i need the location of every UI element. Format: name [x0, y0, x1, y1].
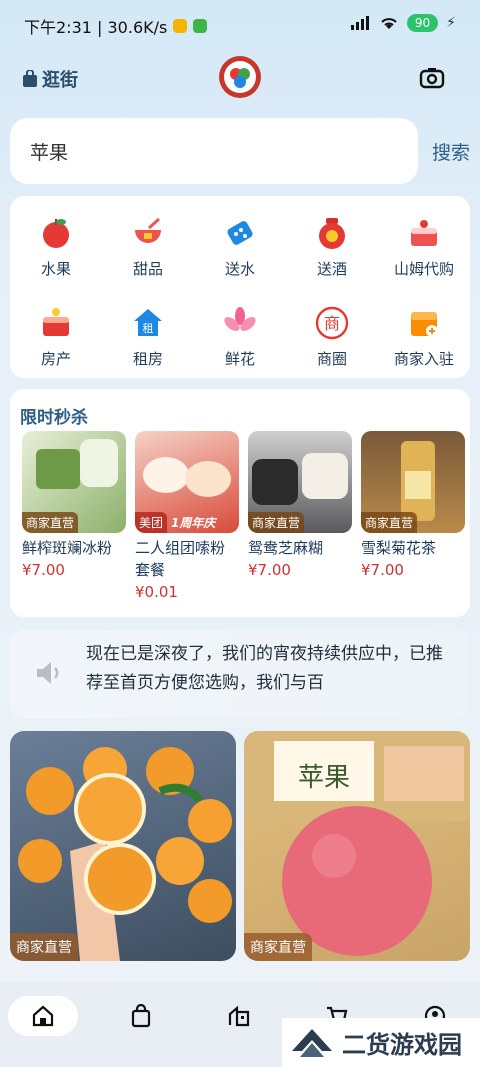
- product-image: 商家直营: [22, 431, 126, 533]
- charging-icon: ⚡: [446, 15, 456, 31]
- svg-text:商: 商: [324, 314, 340, 333]
- battery-indicator: 90: [406, 14, 439, 32]
- product-name: 二人组团嗦粉套餐: [135, 539, 226, 579]
- shop-label: 逛街: [42, 70, 78, 91]
- flash-item[interactable]: 商家直营 鸳鸯芝麻糊 ¥7.00: [248, 431, 352, 601]
- watermark-logo-icon: [292, 1028, 332, 1057]
- category-grid: 水果 甜品 送水 送酒 山姆代购 房产 租 租房 鲜花 商 商圈 商家入驻: [10, 196, 470, 378]
- category-label: 租房: [132, 349, 163, 368]
- merchant-tag: 商家直营: [244, 933, 312, 961]
- watermark-text: 二货游戏园: [342, 1031, 462, 1059]
- flash-item[interactable]: 美团 1周年庆 二人组团嗦粉套餐 ¥0.01: [135, 431, 239, 601]
- product-card-oranges[interactable]: 商家直营: [10, 731, 236, 961]
- box-label: 苹果: [298, 763, 350, 793]
- status-left: 下午2:31 | 30.6K/s: [24, 14, 208, 38]
- search-button[interactable]: 搜索: [432, 138, 470, 165]
- category-property[interactable]: 房产: [10, 292, 102, 382]
- product-image: [18, 747, 232, 961]
- liquor-jar-icon: [315, 216, 349, 250]
- status-right: 90 ⚡: [350, 14, 456, 32]
- category-liquor[interactable]: 送酒: [286, 202, 378, 292]
- category-rent[interactable]: 租 租房: [102, 292, 194, 382]
- business-circle-icon: 商: [315, 306, 349, 340]
- product-card-apple[interactable]: 苹果 商家直营: [244, 731, 470, 961]
- store-join-icon: [407, 306, 441, 340]
- shop-link[interactable]: 逛街: [22, 66, 78, 92]
- flash-item[interactable]: 商家直营 鲜榨斑斓冰粉 ¥7.00: [22, 431, 126, 601]
- app-logo: [219, 56, 261, 98]
- svg-text:租: 租: [143, 322, 154, 335]
- category-sams[interactable]: 山姆代购: [378, 202, 470, 292]
- watermark: 二货游戏园: [282, 1018, 480, 1067]
- category-label: 鲜花: [224, 349, 255, 368]
- category-flower[interactable]: 鲜花: [194, 292, 286, 382]
- fruit-logo-icon: [230, 68, 250, 88]
- wifi-icon: [381, 18, 397, 29]
- product-image: 美团 1周年庆: [135, 431, 239, 533]
- dessert-bowl-icon: [131, 216, 165, 250]
- product-name: 鸳鸯芝麻糊: [248, 539, 324, 557]
- water-drop-icon: [223, 216, 257, 250]
- tab-shop[interactable]: [106, 996, 176, 1036]
- app-notification-icon: [193, 19, 208, 33]
- category-label: 送酒: [316, 259, 347, 278]
- category-label: 送水: [224, 259, 255, 278]
- category-label: 房产: [40, 349, 71, 368]
- product-image: 苹果: [244, 731, 470, 956]
- category-fruit[interactable]: 水果: [10, 202, 102, 292]
- merchant-tag: 商家直营: [248, 512, 305, 533]
- top-header: 逛街: [0, 56, 480, 100]
- product-price: ¥7.00: [361, 561, 404, 579]
- category-merchant-join[interactable]: 商家入驻: [378, 292, 470, 382]
- notice-text: 现在已是深夜了，我们的宵夜持续供应中，已推荐至首页方便您选购，我们与百: [86, 644, 443, 693]
- category-label: 水果: [40, 259, 71, 278]
- product-price: ¥7.00: [22, 561, 65, 579]
- tab-building[interactable]: [204, 996, 274, 1036]
- merchant-tag: 商家直营: [361, 512, 418, 533]
- category-label: 甜品: [132, 259, 163, 278]
- category-water[interactable]: 送水: [194, 202, 286, 292]
- category-label: 商圈: [316, 349, 347, 368]
- home-icon: [32, 1005, 54, 1027]
- product-price: ¥7.00: [248, 561, 291, 579]
- lily-flower-icon: [223, 306, 257, 340]
- product-price: ¥0.01: [135, 583, 178, 601]
- category-business[interactable]: 商 商圈: [286, 292, 378, 382]
- apple-icon: [39, 216, 73, 250]
- notification-icon: [173, 19, 188, 33]
- merchant-tag: 商家直营: [22, 512, 79, 533]
- merchant-tag: 美团: [135, 512, 168, 533]
- tab-home[interactable]: [8, 996, 78, 1036]
- search-area: 搜索: [10, 118, 470, 184]
- product-image: 商家直营: [248, 431, 352, 533]
- product-name: 雪梨菊花茶: [361, 539, 437, 557]
- flash-item[interactable]: 商家直营 雪梨菊花茶 ¥7.00: [361, 431, 465, 601]
- category-dessert[interactable]: 甜品: [102, 202, 194, 292]
- product-name: 鲜榨斑斓冰粉: [22, 539, 113, 557]
- status-time: 下午2:31 | 30.6K/s: [24, 18, 168, 37]
- camera-icon: [419, 68, 445, 89]
- status-bar: 下午2:31 | 30.6K/s 90 ⚡: [0, 0, 480, 48]
- category-label: 山姆代购: [393, 259, 454, 278]
- search-input[interactable]: [10, 118, 418, 184]
- signal-icon: [350, 16, 369, 30]
- house-cake-icon: [39, 306, 73, 340]
- cake-icon: [407, 216, 441, 250]
- camera-button[interactable]: [418, 64, 446, 92]
- rent-house-icon: 租: [131, 306, 165, 340]
- flash-sale-title: 限时秒杀: [20, 408, 88, 428]
- flash-sale-section: 限时秒杀 商家直营 鲜榨斑斓冰粉 ¥7.00 美团 1周年庆 二人组团嗦粉套餐 …: [10, 389, 470, 617]
- category-label: 商家入驻: [393, 349, 454, 368]
- anniversary-badge: 1周年庆: [171, 516, 216, 530]
- shopping-bag-icon: [23, 70, 37, 87]
- speaker-icon: [32, 656, 66, 690]
- product-image: 商家直营: [361, 431, 465, 533]
- merchant-tag: 商家直营: [10, 933, 78, 961]
- notice-banner[interactable]: 现在已是深夜了，我们的宵夜持续供应中，已推荐至首页方便您选购，我们与百: [10, 630, 470, 718]
- shopping-bag-icon: [131, 1004, 151, 1028]
- building-icon: [228, 1005, 250, 1027]
